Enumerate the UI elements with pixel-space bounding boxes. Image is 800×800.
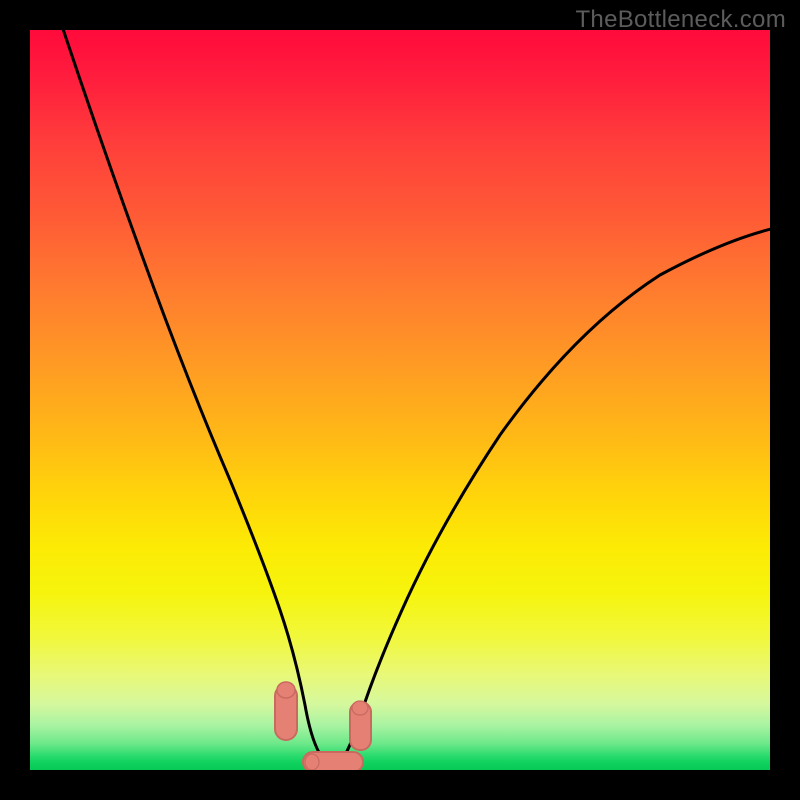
watermark-text: TheBottleneck.com [575, 6, 786, 34]
left-marker-cap [277, 682, 295, 698]
marker-layer [30, 30, 770, 770]
plot-area [30, 30, 770, 770]
right-marker-cap [352, 701, 368, 715]
floor-marker-cap [305, 754, 319, 770]
chart-canvas: TheBottleneck.com [0, 0, 800, 800]
